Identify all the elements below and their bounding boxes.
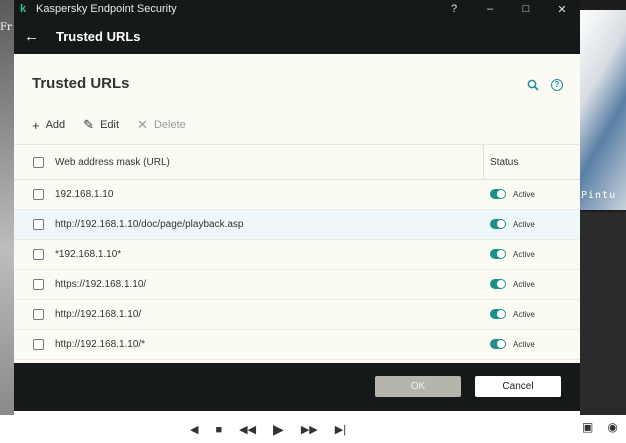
edit-button[interactable]: ✎ Edit	[83, 117, 119, 133]
background-right-lower	[580, 212, 626, 415]
fast-forward-icon[interactable]: ▶▶	[301, 423, 318, 436]
minimize-button[interactable]: –	[472, 3, 508, 15]
x-icon: ✕	[137, 117, 148, 132]
status-text: Active	[513, 219, 535, 229]
status-toggle[interactable]	[490, 339, 506, 350]
row-url: 192.168.1.10	[55, 189, 114, 200]
back-arrow-icon[interactable]: ←	[24, 28, 42, 45]
row-status: Active	[484, 219, 580, 230]
table-row[interactable]: http://192.168.1.10/ Active	[14, 300, 580, 330]
table-row[interactable]: https://192.168.1.10/ Active	[14, 270, 580, 300]
trusted-urls-table: Web address mask (URL) Status 192.168.1.…	[14, 144, 580, 360]
row-status: Active	[484, 189, 580, 200]
row-checkbox[interactable]	[33, 189, 44, 200]
table-row[interactable]: http://192.168.1.10/* Active	[14, 330, 580, 360]
delete-button[interactable]: ✕ Delete	[137, 117, 186, 133]
cancel-button[interactable]: Cancel	[475, 376, 561, 397]
status-text: Active	[513, 309, 535, 319]
page-header-title: Trusted URLs	[56, 28, 141, 44]
plus-icon: +	[32, 117, 40, 133]
background-camera-label: Pintu	[581, 190, 617, 201]
table-row[interactable]: 192.168.1.10 Active	[14, 180, 580, 210]
table-row[interactable]: http://192.168.1.10/doc/page/playback.as…	[14, 210, 580, 240]
row-status: Active	[484, 249, 580, 260]
row-url: http://192.168.1.10/	[55, 309, 142, 320]
row-checkbox[interactable]	[33, 309, 44, 320]
row-url: *192.168.1.10*	[55, 249, 122, 260]
search-icon[interactable]	[527, 79, 539, 94]
edit-label: Edit	[100, 119, 120, 131]
status-toggle[interactable]	[490, 219, 506, 230]
row-url: https://192.168.1.10/	[55, 279, 147, 290]
row-checkbox[interactable]	[33, 219, 44, 230]
rewind-icon[interactable]: ◀◀	[239, 423, 256, 436]
help-icon[interactable]: ?	[551, 79, 563, 91]
delete-label: Delete	[153, 119, 186, 131]
title-bar: k Kaspersky Endpoint Security ? – □ ✕	[14, 0, 580, 18]
row-status: Active	[484, 339, 580, 350]
status-toggle[interactable]	[490, 279, 506, 290]
status-text: Active	[513, 189, 535, 199]
status-toggle[interactable]	[490, 309, 506, 320]
row-status: Active	[484, 309, 580, 320]
page-header: ← Trusted URLs	[14, 18, 580, 54]
row-checkbox[interactable]	[33, 279, 44, 290]
row-checkbox[interactable]	[33, 249, 44, 260]
add-label: Add	[45, 119, 66, 131]
row-url: http://192.168.1.10/doc/page/playback.as…	[55, 219, 244, 230]
camera-snapshot-icon[interactable]: ◉	[607, 420, 617, 434]
pencil-icon: ✎	[83, 117, 95, 132]
status-text: Active	[513, 279, 535, 289]
kaspersky-logo-icon: k	[20, 3, 27, 15]
window-title: Kaspersky Endpoint Security	[36, 3, 177, 15]
status-text: Active	[513, 339, 535, 349]
row-status: Active	[484, 279, 580, 290]
column-header-url: Web address mask (URL)	[55, 156, 170, 168]
next-frame-icon[interactable]: ▶|	[335, 423, 346, 436]
ok-button[interactable]: OK	[375, 376, 461, 397]
help-window-button[interactable]: ?	[436, 3, 472, 15]
trusted-urls-panel: Trusted URLs ? + Add ✎ Edit ✕ Delete Web…	[14, 54, 580, 363]
table-row[interactable]: *192.168.1.10* Active	[14, 240, 580, 270]
status-toggle[interactable]	[490, 189, 506, 200]
panel-title: Trusted URLs	[32, 75, 130, 92]
close-button[interactable]: ✕	[544, 3, 580, 16]
status-text: Active	[513, 249, 535, 259]
stop-icon[interactable]: ■	[215, 424, 222, 436]
row-checkbox[interactable]	[33, 339, 44, 350]
player-tray: ▣ ◉	[582, 420, 618, 434]
maximize-button[interactable]: □	[508, 3, 544, 15]
background-camera-view	[580, 10, 626, 210]
toolbar: + Add ✎ Edit ✕ Delete	[32, 117, 204, 133]
row-url: http://192.168.1.10/*	[55, 339, 146, 350]
dialog-footer: OK Cancel	[14, 363, 580, 411]
background-text-fragment: Fr	[0, 22, 12, 33]
status-toggle[interactable]	[490, 249, 506, 260]
select-all-checkbox[interactable]	[33, 156, 44, 168]
kaspersky-window: k Kaspersky Endpoint Security ? – □ ✕ ← …	[14, 0, 580, 411]
previous-frame-icon[interactable]: ◀	[190, 423, 198, 436]
clip-icon[interactable]: ▣	[582, 420, 593, 434]
column-header-status: Status	[490, 156, 519, 168]
play-icon[interactable]: ▶	[273, 421, 284, 438]
playback-controls: ◀ ■ ◀◀ ▶ ▶▶ ▶|	[190, 421, 363, 438]
table-header: Web address mask (URL) Status	[14, 144, 580, 180]
background-left-window: Fr	[0, 0, 14, 415]
add-button[interactable]: + Add	[32, 118, 65, 133]
